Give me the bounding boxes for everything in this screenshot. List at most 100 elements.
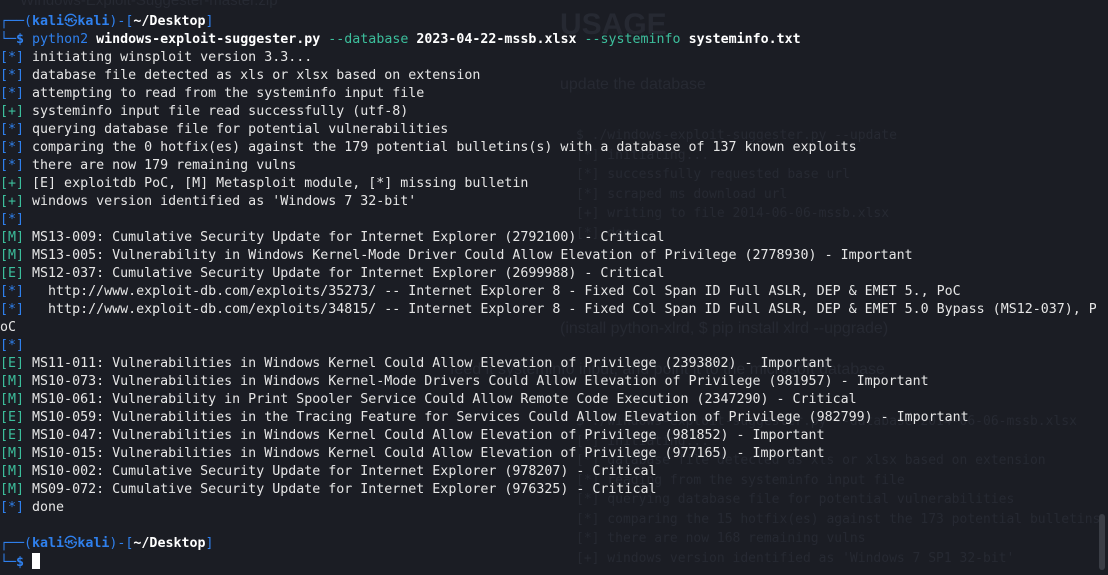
output-line: [M] MS09-072: Cumulative Security Update… — [0, 481, 1096, 499]
command-flag-systeminfo: --systeminfo — [584, 32, 681, 47]
terminal-output[interactable]: ┌──(kali㉿kali)-[~/Desktop] └─$ python2 w… — [0, 13, 1096, 571]
status-tag: [+] — [0, 194, 25, 209]
output-lines: [*] initiating winsploit version 3.3...[… — [0, 49, 1096, 517]
output-text: MS10-002: Cumulative Security Update for… — [24, 464, 657, 479]
prompt-dollar: $ — [16, 555, 25, 570]
output-line: [+] [E] exploitdb PoC, [M] Metasploit mo… — [0, 175, 1096, 193]
output-line: [M] MS10-015: Vulnerabilities in Windows… — [0, 445, 1096, 463]
status-tag: [E] — [0, 410, 25, 425]
status-tag: [*] — [0, 500, 25, 515]
output-text: attempting to read from the systeminfo i… — [24, 86, 425, 101]
output-line: [E] MS10-059: Vulnerabilities in the Tra… — [0, 409, 1096, 427]
status-tag: [E] — [0, 266, 25, 281]
background-filename: Windows-Exploit-Suggester-master.zip — [20, 0, 278, 9]
output-line: [M] MS10-002: Cumulative Security Update… — [0, 463, 1096, 481]
output-text: MS13-009: Cumulative Security Update for… — [24, 230, 665, 245]
output-line: [E] MS11-011: Vulnerabilities in Windows… — [0, 355, 1096, 373]
status-tag: [+] — [0, 104, 25, 119]
output-text: MS13-005: Vulnerability in Windows Kerne… — [24, 248, 913, 263]
prompt-at-symbol: ㉿ — [64, 536, 78, 551]
status-tag: [M] — [0, 482, 25, 497]
output-line: [*] — [0, 211, 1096, 229]
output-text: MS12-037: Cumulative Security Update for… — [24, 266, 665, 281]
command-program: python2 — [32, 32, 89, 47]
output-line: [M] MS13-009: Cumulative Security Update… — [0, 229, 1096, 247]
command-line: └─$ python2 windows-exploit-suggester.py… — [0, 32, 801, 47]
output-line: [*] there are now 179 remaining vulns — [0, 157, 1096, 175]
prompt-line: ┌──(kali㉿kali)-[~/Desktop] — [0, 14, 214, 29]
status-tag: [*] — [0, 86, 25, 101]
output-text: comparing the 0 hotfix(es) against the 1… — [24, 140, 857, 155]
status-tag: [M] — [0, 464, 25, 479]
prompt-host: kali — [77, 14, 110, 29]
prompt-cwd: ~/Desktop — [133, 14, 206, 29]
status-tag: [M] — [0, 392, 25, 407]
status-tag: [*] — [0, 284, 25, 299]
output-text: http://www.exploit-db.com/exploits/35273… — [24, 284, 961, 299]
output-text: systeminfo input file read successfully … — [24, 104, 409, 119]
output-text: [E] exploitdb PoC, [M] Metasploit module… — [24, 176, 529, 191]
input-line[interactable]: └─$ — [0, 553, 1096, 571]
status-tag: [M] — [0, 446, 25, 461]
output-line: oC — [0, 319, 1096, 337]
status-tag: [E] — [0, 356, 25, 371]
prompt-user: kali — [32, 536, 65, 551]
output-text: database file detected as xls or xlsx ba… — [24, 68, 481, 83]
output-line: [*] database file detected as xls or xls… — [0, 67, 1096, 85]
prompt-dollar: $ — [16, 32, 25, 47]
status-tag: [*] — [0, 50, 25, 65]
output-text: oC — [0, 320, 17, 335]
status-tag: [*] — [0, 68, 25, 83]
output-text: http://www.exploit-db.com/exploits/34815… — [24, 302, 1096, 317]
output-line: [M] MS10-073: Vulnerabilities in Windows… — [0, 373, 1096, 391]
output-text: done — [24, 500, 65, 515]
output-line: [*] http://www.exploit-db.com/exploits/3… — [0, 301, 1096, 319]
output-line: [*] initiating winsploit version 3.3... — [0, 49, 1096, 67]
command-arg-database: 2023-04-22-mssb.xlsx — [416, 32, 577, 47]
output-text: initiating winsploit version 3.3... — [24, 50, 313, 65]
command-flag-database: --database — [328, 32, 409, 47]
output-text: windows version identified as 'Windows 7… — [24, 194, 417, 209]
output-text: MS10-047: Vulnerabilities in Windows Ker… — [24, 428, 825, 443]
output-text: MS11-011: Vulnerabilities in Windows Ker… — [24, 356, 833, 371]
status-tag: [*] — [0, 302, 25, 317]
status-tag: [*] — [0, 158, 25, 173]
output-line: [*] querying database file for potential… — [0, 121, 1096, 139]
output-line: [E] MS12-037: Cumulative Security Update… — [0, 265, 1096, 283]
output-line: [M] MS13-005: Vulnerability in Windows K… — [0, 247, 1096, 265]
output-line: [E] MS10-047: Vulnerabilities in Windows… — [0, 427, 1096, 445]
command-arg-systeminfo: systeminfo.txt — [688, 32, 801, 47]
output-text: MS09-072: Cumulative Security Update for… — [24, 482, 657, 497]
prompt-user: kali — [32, 14, 65, 29]
output-line: [*] comparing the 0 hotfix(es) against t… — [0, 139, 1096, 157]
output-line: [*] — [0, 337, 1096, 355]
output-line: [M] MS10-061: Vulnerability in Print Spo… — [0, 391, 1096, 409]
output-line: [+] windows version identified as 'Windo… — [0, 193, 1096, 211]
status-tag: [*] — [0, 212, 25, 227]
status-tag: [*] — [0, 140, 25, 155]
status-tag: [*] — [0, 338, 25, 353]
prompt-cwd: ~/Desktop — [133, 536, 206, 551]
scrollbar-thumb[interactable] — [1099, 514, 1105, 570]
output-line: [*] attempting to read from the systemin… — [0, 85, 1096, 103]
output-text: MS10-061: Vulnerability in Print Spooler… — [24, 392, 857, 407]
output-text: there are now 179 remaining vulns — [24, 158, 297, 173]
status-tag: [M] — [0, 230, 25, 245]
output-text: MS10-059: Vulnerabilities in the Tracing… — [24, 410, 969, 425]
prompt-line-2: ┌──(kali㉿kali)-[~/Desktop] — [0, 536, 214, 551]
status-tag: [M] — [0, 374, 25, 389]
output-text: querying database file for potential vul… — [24, 122, 449, 137]
status-tag: [M] — [0, 248, 25, 263]
text-cursor — [32, 553, 41, 569]
output-text: MS10-073: Vulnerabilities in Windows Ker… — [24, 374, 929, 389]
output-text: MS10-015: Vulnerabilities in Windows Ker… — [24, 446, 825, 461]
prompt-host: kali — [77, 536, 110, 551]
status-tag: [+] — [0, 176, 25, 191]
command-script: windows-exploit-suggester.py — [96, 32, 321, 47]
output-line: [*] http://www.exploit-db.com/exploits/3… — [0, 283, 1096, 301]
output-line: [*] done — [0, 499, 1096, 517]
status-tag: [*] — [0, 122, 25, 137]
status-tag: [E] — [0, 428, 25, 443]
prompt-at-symbol: ㉿ — [64, 14, 78, 29]
